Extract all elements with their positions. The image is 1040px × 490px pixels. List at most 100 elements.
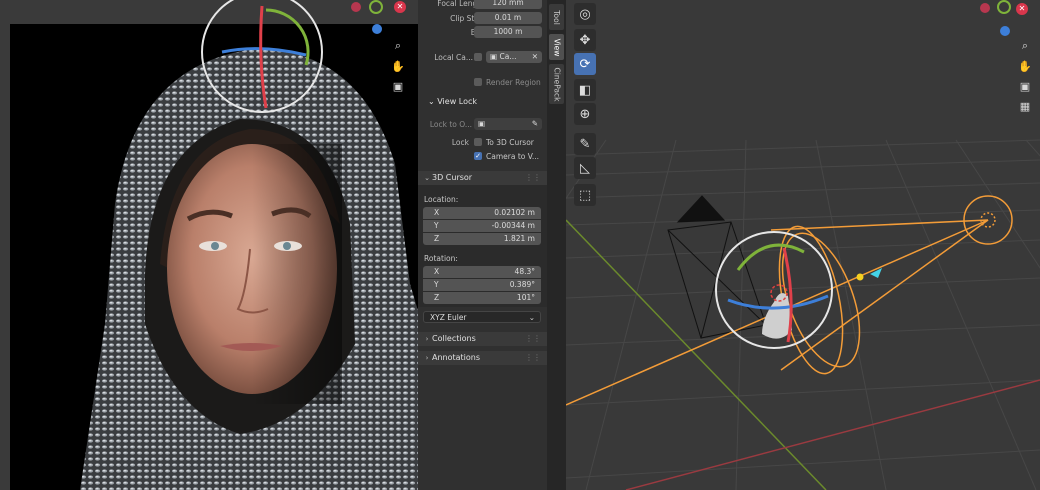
rotation-x-value: 48.3° [514, 267, 535, 276]
close-icon[interactable]: ✕ [1016, 3, 1028, 15]
annotate-tool[interactable]: ✎ [574, 133, 596, 155]
select-cursor-tool[interactable]: ◎ [574, 3, 596, 25]
rotation-y-value: 0.389° [509, 280, 535, 289]
tab-view-label: View [552, 38, 561, 56]
lock-to-cursor-row: Lock To 3D Cursor [418, 136, 547, 149]
y-axis-gizmo-icon[interactable] [997, 0, 1011, 14]
rotation-y-field[interactable]: Y 0.389° [423, 279, 541, 291]
y-axis-gizmo-icon[interactable] [369, 0, 383, 14]
add-cube-icon: ⬚ [578, 187, 592, 203]
tab-tool-label: Tool [551, 9, 561, 25]
location-z-field[interactable]: Z 1.821 m [423, 233, 541, 245]
local-camera-field[interactable]: ▣ Ca... ✕ [486, 51, 542, 63]
drag-handle-icon[interactable]: ⋮⋮ [525, 332, 541, 346]
render-region-checkbox[interactable] [474, 78, 482, 86]
chevron-down-icon: ⌄ [424, 174, 430, 182]
rotation-x-field[interactable]: X 48.3° [423, 266, 541, 278]
local-camera-row: Local Ca... ▣ Ca... ✕ [418, 51, 547, 64]
location-y-value: -0.00344 m [491, 221, 535, 230]
camera-to-view-label: Camera to V... [486, 152, 540, 161]
select-cursor-icon: ◎ [579, 6, 591, 22]
measure-icon: ◺ [580, 160, 590, 176]
camera-to-view-row: ✓ Camera to V... [418, 150, 547, 163]
eyedropper-icon[interactable]: ✎ [532, 118, 538, 130]
clip-end-row: End 1000 m [418, 26, 547, 39]
rotation-z-field[interactable]: Z 101° [423, 292, 541, 304]
local-camera-value: Ca... [499, 52, 517, 61]
to-3d-cursor-checkbox[interactable] [474, 138, 482, 146]
pan-hand-icon[interactable]: ✋ [1017, 58, 1033, 74]
rotation-mode-dropdown[interactable]: XYZ Euler ⌄ [423, 311, 541, 323]
view-lock-title: View Lock [437, 97, 478, 106]
move-icon: ✥ [579, 32, 591, 48]
record-dot-icon[interactable] [351, 2, 361, 12]
location-z-value: 1.821 m [503, 234, 535, 243]
viewport-grid [566, 139, 1040, 490]
z-axis-gizmo-icon[interactable] [372, 24, 382, 34]
lock-to-object-label: Lock to O... [429, 120, 472, 129]
local-camera-checkbox[interactable] [474, 53, 482, 61]
scale-tool[interactable]: ◧ [574, 79, 596, 101]
rotate-tool[interactable]: ⟳ [574, 53, 596, 75]
clip-end-field[interactable]: 1000 m [474, 26, 542, 38]
lock-to-object-field[interactable]: ▣ ✎ [474, 118, 542, 130]
rotation-z-axis: Z [434, 293, 440, 302]
zoom-icon[interactable]: ⌕ [1017, 38, 1033, 54]
location-x-field[interactable]: X 0.02102 m [423, 207, 541, 219]
chevron-down-icon: ⌄ [428, 97, 438, 106]
transform-icon: ⊕ [579, 106, 591, 122]
focal-length-field[interactable]: 120 mm [474, 0, 542, 9]
clip-start-row: Clip Start 0.01 m [418, 12, 547, 25]
sidebar-tabs: Tool View CinePack [547, 0, 566, 490]
drag-handle-icon[interactable]: ⋮⋮ [525, 171, 541, 185]
tab-view[interactable]: View [549, 34, 564, 60]
zoom-icon[interactable]: ⌕ [390, 38, 406, 54]
focal-length-row: Focal Length 120 mm [418, 0, 547, 10]
rotation-x-axis: X [434, 267, 440, 276]
move-tool[interactable]: ✥ [574, 29, 596, 51]
camera-view-icon[interactable]: ▣ [390, 78, 406, 94]
character-mesh [762, 293, 792, 339]
3d-viewport[interactable]: ◎ ✥ ⟳ ◧ ⊕ ✎ ◺ ⬚ ✕ ⌕ ✋ ▣ ▦ [566, 0, 1040, 490]
camera-view-icon[interactable]: ▣ [1017, 78, 1033, 94]
tab-cinepack[interactable]: CinePack [549, 64, 564, 104]
annotations-title: Annotations [432, 353, 481, 362]
local-camera-label: Local Ca... [434, 53, 473, 62]
camera-render-viewport[interactable]: ✕ ⌕ ✋ ▣ [0, 0, 474, 490]
camera-to-view-checkbox[interactable]: ✓ [474, 152, 482, 160]
perspective-grid-icon[interactable]: ▦ [1017, 98, 1033, 114]
to-3d-cursor-label: To 3D Cursor [486, 138, 534, 147]
location-x-axis: X [434, 208, 440, 217]
chevron-right-icon: › [425, 335, 429, 343]
tab-tool[interactable]: Tool [549, 4, 564, 30]
add-cube-tool[interactable]: ⬚ [574, 184, 596, 206]
lock-label: Lock [451, 138, 469, 147]
drag-handle-icon[interactable]: ⋮⋮ [525, 351, 541, 365]
pan-hand-icon[interactable]: ✋ [390, 58, 406, 74]
rotation-z-value: 101° [516, 293, 535, 302]
annotate-icon: ✎ [579, 136, 591, 152]
location-label: Location: [424, 195, 459, 204]
transform-tool[interactable]: ⊕ [574, 103, 596, 125]
view-lock-header[interactable]: ⌄ View Lock [428, 97, 477, 106]
3d-cursor-panel-header[interactable]: ⌄ 3D Cursor ⋮⋮ [418, 171, 547, 185]
clip-start-field[interactable]: 0.01 m [474, 12, 542, 24]
rotation-label: Rotation: [424, 254, 458, 263]
tab-cinepack-label: CinePack [552, 67, 561, 101]
location-x-value: 0.02102 m [494, 208, 535, 217]
measure-tool[interactable]: ◺ [574, 157, 596, 179]
scale-icon: ◧ [578, 82, 592, 98]
3d-cursor-title: 3D Cursor [432, 173, 473, 182]
annotations-panel-header[interactable]: › Annotations ⋮⋮ [418, 351, 547, 365]
clear-icon[interactable]: ✕ [532, 51, 538, 63]
x-axis-gizmo-icon[interactable] [980, 3, 990, 13]
rotate-gizmo-y [736, 243, 805, 271]
close-icon[interactable]: ✕ [394, 1, 406, 13]
location-y-axis: Y [434, 221, 439, 230]
collections-panel-header[interactable]: › Collections ⋮⋮ [418, 332, 547, 346]
location-y-field[interactable]: Y -0.00344 m [423, 220, 541, 232]
chevron-down-icon: ⌄ [528, 313, 535, 322]
sidebar-properties-panel: Focal Length 120 mm Clip Start 0.01 m En… [418, 0, 547, 490]
view-rotation-gizmo[interactable] [196, 0, 332, 122]
z-axis-gizmo-icon[interactable] [1000, 26, 1010, 36]
